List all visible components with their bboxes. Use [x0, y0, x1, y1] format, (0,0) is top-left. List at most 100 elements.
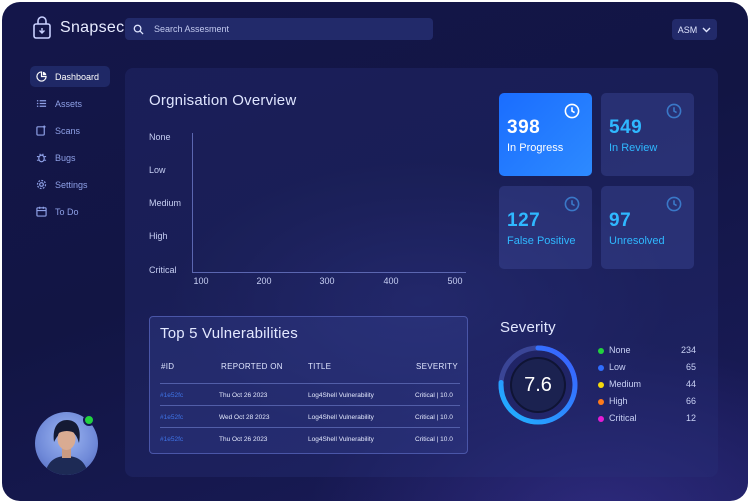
stat-value: 549 — [609, 117, 643, 138]
sidebar-item-dashboard[interactable]: Dashboard — [30, 66, 110, 87]
clock-icon — [564, 103, 580, 119]
x-axis-line — [192, 272, 466, 273]
stat-label: False Positive — [507, 235, 576, 247]
legend-name: None — [609, 345, 631, 355]
vuln-title: Log4Shell Vulnerability — [308, 392, 374, 399]
severity-legend-item: Medium 44 — [598, 379, 696, 391]
y-axis-label: High — [149, 231, 168, 241]
lock-bag-logo-icon — [33, 16, 51, 39]
x-axis-label: 100 — [193, 276, 209, 286]
online-status-indicator — [83, 414, 95, 426]
search-input[interactable] — [154, 24, 414, 34]
legend-dot — [598, 382, 604, 388]
column-header-title[interactable]: TITLE — [308, 362, 331, 371]
stat-value: 398 — [507, 117, 541, 138]
list-icon — [36, 100, 47, 107]
vuln-id-link[interactable]: #1e52fc — [160, 414, 183, 421]
sidebar-item-assets[interactable]: Assets — [30, 93, 110, 114]
column-header-severity[interactable]: SEVERITY — [416, 362, 458, 371]
vulnerabilities-title: Top 5 Vulnerabilities — [160, 325, 298, 342]
legend-count: 234 — [680, 345, 696, 355]
legend-dot — [598, 399, 604, 405]
sidebar-item-bugs[interactable]: Bugs — [30, 147, 110, 168]
vuln-severity: Critical | 10.0 — [415, 414, 453, 421]
table-row[interactable]: #1e52fc Wed Oct 28 2023 Log4Shell Vulner… — [160, 405, 460, 427]
x-axis-label: 200 — [256, 276, 272, 286]
stat-card-in-review[interactable]: 549 In Review — [601, 93, 694, 176]
table-row[interactable]: #1e52fc Thu Oct 26 2023 Log4Shell Vulner… — [160, 383, 460, 405]
vuln-reported-date: Thu Oct 26 2023 — [219, 392, 268, 399]
clock-icon — [666, 103, 682, 119]
vuln-severity: Critical | 10.0 — [415, 392, 453, 399]
vuln-reported-date: Wed Oct 28 2023 — [219, 414, 270, 421]
severity-title: Severity — [500, 319, 556, 336]
top-vulnerabilities-panel: Top 5 Vulnerabilities #ID REPORTED ON TI… — [149, 316, 468, 454]
stat-value: 127 — [507, 210, 541, 231]
workspace-dropdown[interactable]: ASM — [672, 19, 717, 40]
severity-legend-item: Critical 12 — [598, 413, 696, 425]
vuln-id-link[interactable]: #1e52fc — [160, 436, 183, 443]
overview-title: Orgnisation Overview — [149, 92, 297, 109]
legend-count: 66 — [685, 396, 696, 406]
sidebar-item-label: Scans — [55, 125, 81, 136]
app-name: Snapsec — [60, 19, 125, 36]
brand[interactable]: Snapsec — [32, 16, 124, 40]
sidebar-item-label: Assets — [55, 98, 83, 109]
legend-name: Critical — [609, 413, 637, 423]
x-axis-label: 400 — [383, 276, 399, 286]
bug-icon — [36, 153, 47, 163]
stat-value: 97 — [609, 210, 632, 231]
stat-card-unresolved[interactable]: 97 Unresolved — [601, 186, 694, 269]
stat-label: Unresolved — [609, 235, 665, 247]
vuln-title: Log4Shell Vulnerability — [308, 436, 374, 443]
table-row[interactable]: #1e52fc Thu Oct 26 2023 Log4Shell Vulner… — [160, 427, 460, 449]
legend-name: Low — [609, 362, 626, 372]
clock-icon — [666, 196, 682, 212]
y-axis-label: Critical — [149, 265, 177, 275]
vuln-reported-date: Thu Oct 26 2023 — [219, 436, 268, 443]
column-header-id[interactable]: #ID — [161, 362, 174, 371]
sidebar-item-settings[interactable]: Settings — [30, 174, 110, 195]
scan-icon — [36, 125, 46, 136]
legend-name: Medium — [609, 379, 642, 389]
stat-label: In Review — [609, 142, 658, 154]
y-axis-label: Medium — [149, 198, 182, 208]
x-axis-label: 300 — [319, 276, 335, 286]
severity-score: 7.6 — [524, 373, 552, 396]
legend-name: High — [609, 396, 628, 406]
stat-label: In Progress — [507, 142, 564, 154]
search-bar[interactable] — [125, 18, 433, 40]
workspace-label: ASM — [677, 24, 698, 35]
legend-count: 44 — [685, 379, 696, 389]
sidebar-item-label: Dashboard — [55, 71, 100, 82]
severity-legend-item: None 234 — [598, 345, 696, 357]
y-axis-label: None — [149, 132, 171, 142]
severity-legend-item: High 66 — [598, 396, 696, 408]
legend-dot — [598, 348, 604, 354]
search-icon — [133, 24, 144, 35]
stat-card-false-positive[interactable]: 127 False Positive — [499, 186, 592, 269]
dashboard-icon — [36, 71, 47, 82]
severity-legend-item: Low 65 — [598, 362, 696, 374]
sidebar-item-todo[interactable]: To Do — [30, 201, 110, 222]
vuln-id-link[interactable]: #1e52fc — [160, 392, 183, 399]
x-axis-label: 500 — [447, 276, 463, 286]
sidebar-item-scans[interactable]: Scans — [30, 120, 110, 141]
clock-icon — [564, 196, 580, 212]
sidebar-item-label: To Do — [55, 206, 79, 217]
vuln-title: Log4Shell Vulnerability — [308, 414, 374, 421]
chevron-down-icon — [702, 27, 711, 32]
legend-dot — [598, 416, 604, 422]
gear-icon — [36, 179, 47, 190]
legend-dot — [598, 365, 604, 371]
y-axis-label: Low — [149, 165, 166, 175]
legend-count: 65 — [685, 362, 696, 372]
app-window: Snapsec ASM Dashboard — [2, 2, 748, 501]
vuln-severity: Critical | 10.0 — [415, 436, 453, 443]
column-header-reported-on[interactable]: REPORTED ON — [221, 362, 283, 371]
sidebar: Dashboard Assets Scans Bugs Settings To … — [30, 66, 110, 228]
calendar-icon — [36, 206, 47, 217]
y-axis-line — [192, 133, 193, 273]
sidebar-item-label: Bugs — [55, 152, 76, 163]
stat-card-in-progress[interactable]: 398 In Progress — [499, 93, 592, 176]
